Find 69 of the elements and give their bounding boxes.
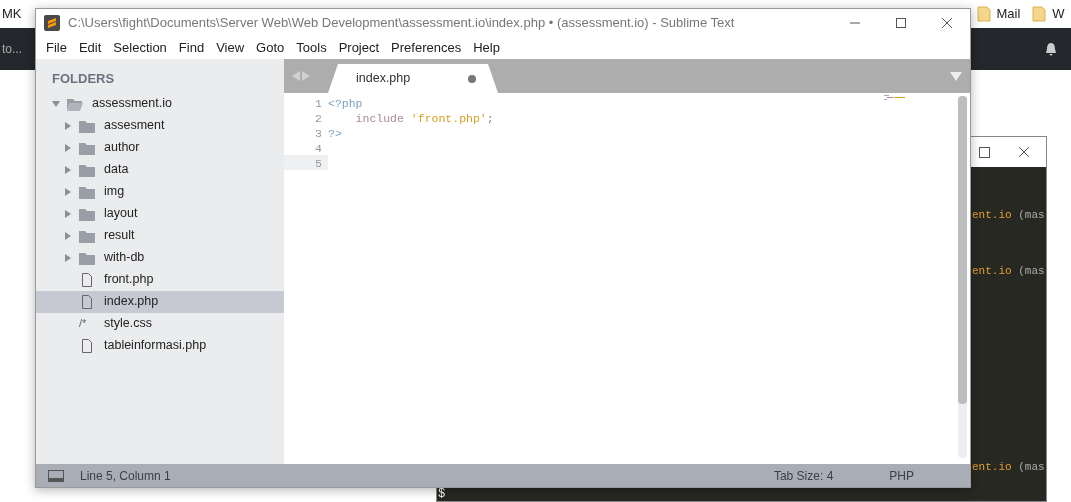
line-number: 4 (314, 141, 323, 155)
terminal-prompt: $ (438, 487, 446, 501)
line-number: 3 (314, 126, 323, 140)
file-icon (81, 338, 93, 353)
menu-item[interactable]: Help (467, 38, 506, 58)
tree-item[interactable]: data (36, 158, 284, 181)
close-icon[interactable] (941, 17, 953, 29)
bell-icon (1045, 42, 1057, 56)
menu-item[interactable]: View (210, 38, 251, 58)
syntax-indicator[interactable]: PHP (889, 466, 914, 485)
bookmark-link[interactable]: MK (2, 4, 22, 24)
tree-item[interactable]: tableinformasi.php (36, 334, 284, 357)
menu-item[interactable]: Preferences (385, 38, 468, 58)
sidebar-heading: FOLDERS (51, 70, 116, 88)
caret-right-icon[interactable] (64, 253, 72, 262)
code-line: ?> (328, 127, 342, 140)
unsaved-dot-icon (468, 74, 476, 83)
bookmark-link[interactable]: W (1052, 4, 1065, 24)
menu-item[interactable]: File (40, 38, 73, 58)
tree-item[interactable]: index.php (36, 290, 284, 313)
caret-right-icon[interactable] (64, 187, 72, 196)
cursor-position: Line 5, Column 1 (80, 467, 171, 485)
code-line: include 'front.php'; (354, 112, 494, 125)
caret-down-icon[interactable] (52, 99, 60, 108)
menu-item[interactable]: Goto (250, 38, 291, 58)
code-line: <?php (328, 97, 363, 110)
terminal-line: ent.io (mas (972, 263, 1046, 279)
tree-item[interactable]: front.php (36, 268, 284, 291)
tree-item[interactable]: layout (36, 202, 284, 225)
menu-item[interactable]: Find (172, 38, 211, 58)
terminal-line: ent.io (mas (972, 459, 1046, 475)
editor-tab[interactable]: index.php (328, 64, 498, 93)
nav-link[interactable]: to... (2, 40, 22, 58)
caret-right-icon[interactable] (64, 121, 72, 130)
maximize-icon[interactable] (979, 146, 990, 158)
caret-right-icon[interactable] (64, 209, 72, 218)
panel-icon[interactable] (48, 469, 64, 482)
menu-item[interactable]: Project (332, 38, 386, 58)
line-number: 2 (314, 111, 323, 125)
line-number: 5 (284, 155, 328, 170)
file-type-glyph: /* (79, 316, 88, 332)
scrollbar-thumb[interactable] (958, 96, 967, 404)
caret-right-icon[interactable] (64, 143, 72, 152)
tree-item[interactable]: assesment (36, 114, 284, 137)
line-number: 1 (314, 96, 323, 110)
file-icon (81, 272, 93, 287)
tab-size-indicator[interactable]: Tab Size: 4 (773, 466, 834, 485)
tree-item[interactable]: img (36, 180, 284, 203)
forward-arrow-icon[interactable] (302, 71, 310, 81)
dropdown-arrow-icon[interactable] (950, 71, 962, 81)
tree-item[interactable]: author (36, 136, 284, 159)
window-title: C:\Users\fight\Documents\Server Web\Web Development\assessment.io\index.php • (assessment.io) - Sublime Text (68, 14, 735, 33)
menu-item[interactable]: Edit (72, 38, 108, 58)
caret-right-icon[interactable] (64, 231, 72, 240)
tree-item[interactable]: result (36, 224, 284, 247)
menu-item[interactable]: Tools (290, 38, 333, 58)
tree-item[interactable]: with-db (36, 246, 284, 269)
close-icon[interactable] (1018, 146, 1030, 158)
bookmark-link[interactable]: Mail (996, 4, 1021, 24)
terminal-line: ent.io (mas (972, 207, 1046, 223)
minimap-drawing (884, 95, 906, 101)
tree-item[interactable]: /* style.css (36, 312, 284, 335)
maximize-icon[interactable] (895, 17, 907, 29)
menu-item[interactable]: Selection (107, 38, 173, 58)
caret-right-icon[interactable] (64, 165, 72, 174)
back-arrow-icon[interactable] (292, 71, 300, 81)
app-logo-icon (44, 15, 60, 31)
tree-item[interactable]: assessment.io (36, 92, 284, 115)
file-icon (81, 294, 93, 309)
